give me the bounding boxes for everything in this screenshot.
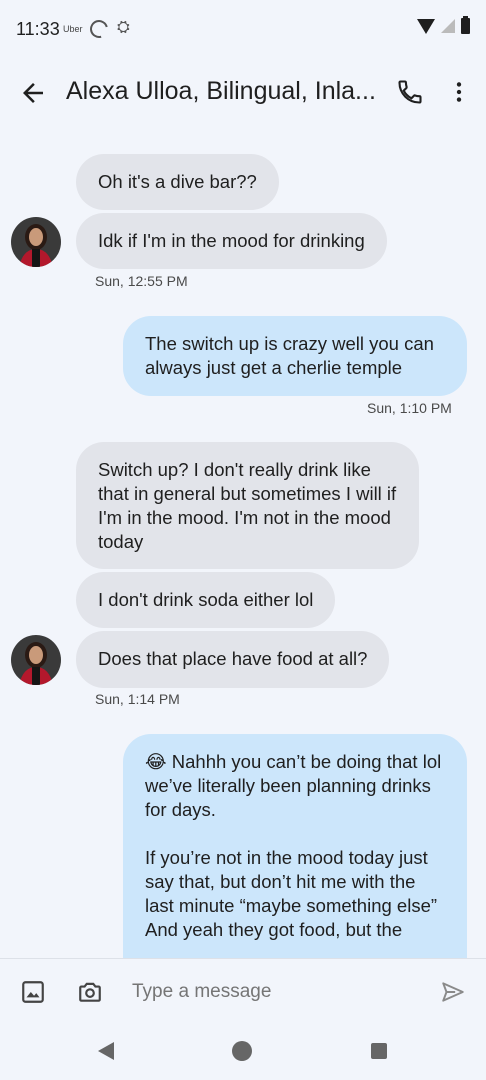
image-svg [22, 981, 44, 1003]
incoming-message[interactable]: I don't drink soda either lol [76, 572, 336, 628]
message-text: I don't drink soda either lol [98, 589, 314, 610]
message-text: Oh it's a dive bar?? [98, 171, 257, 192]
avatar-photo [11, 217, 61, 267]
drive-icon: ⛭ [117, 19, 130, 36]
nav-home-icon[interactable] [232, 1041, 252, 1061]
message-text: If you’re not in the mood today just say… [145, 847, 438, 916]
incoming-message[interactable]: Oh it's a dive bar?? [76, 154, 279, 210]
outgoing-message[interactable]: 😂 Nahhh you can’t be doing that lol we’v… [123, 734, 467, 958]
incoming-message[interactable]: Switch up? I don't really drink like tha… [76, 442, 419, 569]
message-text: And yeah they got food, but the [145, 919, 403, 940]
message-input[interactable] [132, 979, 422, 1005]
back-arrow-icon[interactable] [18, 78, 48, 108]
camera-icon[interactable] [76, 979, 104, 1005]
loading-ring-icon [86, 16, 112, 42]
message-text: Idk if I'm in the mood for drinking [98, 230, 365, 251]
system-navigation-bar [0, 1024, 486, 1080]
incoming-message[interactable]: Idk if I'm in the mood for drinking [76, 213, 387, 269]
phone-icon[interactable] [396, 78, 424, 106]
battery-icon [461, 16, 470, 34]
message-text: Does that place have food at all? [98, 648, 368, 669]
avatar-photo [11, 635, 61, 685]
nav-recents-icon[interactable] [371, 1043, 387, 1059]
message-composer [0, 958, 486, 1024]
incoming-message[interactable]: Does that place have food at all? [76, 631, 390, 688]
signal-icon [441, 19, 455, 33]
uber-notification-icon: Uber [63, 24, 83, 34]
avatar[interactable] [11, 217, 61, 267]
phone-svg [398, 80, 422, 104]
send-svg [442, 982, 464, 1002]
wifi-icon [417, 18, 435, 34]
camera-svg [79, 982, 101, 1002]
message-timestamp: Sun, 1:14 PM [95, 691, 180, 707]
back-arrow-svg [23, 83, 43, 103]
message-thread[interactable]: Oh it's a dive bar?? Idk if I'm in the m… [0, 128, 486, 958]
contact-name[interactable]: Alexa Ulloa, Bilingual, Inla... [66, 77, 382, 106]
conversation-header: Alexa Ulloa, Bilingual, Inla... [0, 56, 486, 128]
image-icon[interactable] [20, 979, 46, 1005]
status-time: 11:33 [16, 19, 60, 39]
send-icon[interactable] [440, 979, 466, 1005]
more-svg [456, 82, 462, 102]
message-text: 😂 Nahhh you can’t be doing that lol we’v… [145, 751, 442, 820]
message-timestamp: Sun, 1:10 PM [367, 400, 452, 416]
nav-back-icon[interactable] [98, 1042, 114, 1060]
avatar[interactable] [11, 635, 61, 685]
message-text: The switch up is crazy well you can alwa… [145, 333, 434, 378]
system-icons [417, 16, 470, 34]
message-text: Switch up? I don't really drink like tha… [98, 459, 397, 552]
outgoing-message[interactable]: The switch up is crazy well you can alwa… [123, 316, 467, 396]
status-bar: 11:33 Uber ⛭ [0, 0, 486, 56]
more-vertical-icon[interactable] [446, 78, 472, 106]
message-timestamp: Sun, 12:55 PM [95, 273, 188, 289]
